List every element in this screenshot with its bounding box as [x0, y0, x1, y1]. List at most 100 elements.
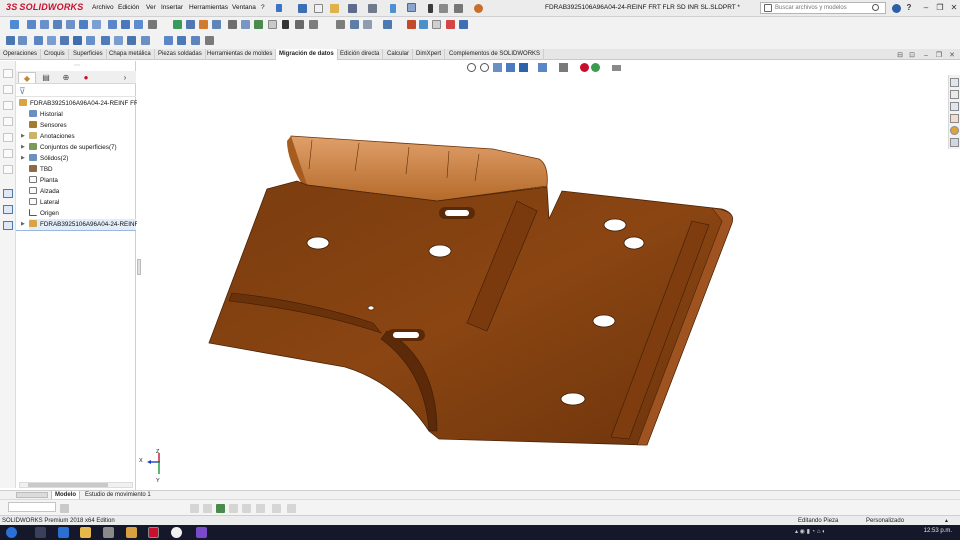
delete-face-icon[interactable]: [212, 20, 221, 29]
offset-icon[interactable]: [186, 20, 195, 29]
visual-studio-taskbar-icon[interactable]: [196, 527, 207, 538]
bottom-tool-icon-6[interactable]: [242, 504, 251, 513]
linear-pattern-icon[interactable]: [164, 36, 173, 45]
rail-sheet-icon-7[interactable]: [3, 165, 13, 174]
import-icon[interactable]: [10, 20, 19, 29]
mirror-icon[interactable]: [141, 36, 150, 45]
revolve-icon[interactable]: [40, 20, 49, 29]
select-cursor-icon[interactable]: [407, 3, 416, 12]
search-icon[interactable]: [872, 4, 879, 11]
menu-herramientas[interactable]: Herramientas: [189, 4, 228, 11]
taskbar-app-icon-1[interactable]: [35, 527, 46, 538]
open-folder-icon[interactable]: [330, 4, 339, 13]
file-properties-icon[interactable]: [439, 4, 448, 13]
user-icon[interactable]: [474, 4, 483, 13]
tab-dimxpert[interactable]: DimXpert: [413, 49, 446, 60]
menu-edicion[interactable]: Edición: [118, 4, 139, 11]
print-icon[interactable]: [368, 4, 377, 13]
tab-operaciones[interactable]: Operaciones: [0, 49, 42, 60]
boundary-icon[interactable]: [79, 20, 88, 29]
relations-icon[interactable]: [191, 36, 200, 45]
spline-icon[interactable]: [86, 36, 95, 45]
move-entities-icon[interactable]: [177, 36, 186, 45]
property-manager-tab-icon[interactable]: ▤: [37, 72, 55, 83]
tree-item-origen[interactable]: Origen: [29, 208, 59, 219]
unit-selector[interactable]: [8, 502, 56, 512]
bottom-tool-icon-4[interactable]: [216, 504, 225, 513]
bottom-tool-icon-7[interactable]: [256, 504, 265, 513]
solidworks-taskbar-icon[interactable]: [148, 527, 159, 538]
menu-ver[interactable]: Ver: [146, 4, 156, 11]
doc-restore-button[interactable]: ❐: [934, 51, 944, 61]
rail-features-icon[interactable]: [3, 221, 13, 230]
tab-edicion-directa[interactable]: Edición directa: [337, 49, 384, 60]
tab-scroll-controls[interactable]: [16, 492, 48, 498]
bottom-tool-icon-5[interactable]: [229, 504, 238, 513]
arc-icon[interactable]: [73, 36, 82, 45]
part-model-viewport[interactable]: X Z Y: [137, 61, 960, 488]
tree-root[interactable]: FDRAB3925106A96A04-24-REINF FRT FL: [19, 98, 151, 109]
sweep-icon[interactable]: [53, 20, 62, 29]
doc-close-button[interactable]: ✕: [947, 51, 957, 61]
analysis-icon[interactable]: [228, 20, 237, 29]
filter-icon[interactable]: ⊽: [19, 86, 26, 97]
taskbar-app-icon-3[interactable]: [126, 527, 137, 538]
rail-sheet-icon-6[interactable]: [3, 149, 13, 158]
tree-item-conjuntos-superficies[interactable]: Conjuntos de superficies(7): [29, 142, 117, 153]
home-icon[interactable]: [298, 4, 307, 13]
start-button-icon[interactable]: [6, 527, 17, 538]
rebuild-icon[interactable]: [428, 4, 433, 13]
tab-superficies[interactable]: Superficies: [70, 49, 107, 60]
trim-icon[interactable]: [101, 36, 110, 45]
move-face-icon[interactable]: [199, 20, 208, 29]
rectangle-icon[interactable]: [47, 36, 56, 45]
panel-expand-icon[interactable]: ›: [116, 72, 134, 83]
feature-works-icon[interactable]: [383, 20, 392, 29]
reference-geometry-icon[interactable]: [336, 20, 345, 29]
stop-icon[interactable]: [446, 20, 455, 29]
reinforcement-part[interactable]: [208, 135, 734, 446]
pattern-icon[interactable]: [148, 20, 157, 29]
tab-herramientas-moldes[interactable]: Herramientas de moldes: [204, 49, 277, 60]
restore-button[interactable]: ❐: [935, 3, 945, 13]
tab-piezas-soldadas[interactable]: Piezas soldadas: [155, 49, 206, 60]
check-icon[interactable]: [173, 20, 182, 29]
tab-croquis[interactable]: Croquis: [41, 49, 69, 60]
configuration-manager-tab-icon[interactable]: ⊕: [57, 72, 75, 83]
rollback-bar[interactable]: [16, 230, 136, 231]
bottom-tool-icon[interactable]: [60, 504, 69, 513]
panel-grip-icon[interactable]: ⋯: [74, 62, 80, 69]
fillet-icon[interactable]: [108, 20, 117, 29]
internet-explorer-icon[interactable]: [58, 527, 69, 538]
new-document-icon[interactable]: [314, 4, 323, 13]
feature-tree-scrollbar[interactable]: [19, 482, 133, 488]
axis-icon[interactable]: [363, 20, 372, 29]
instant3d-icon[interactable]: [407, 20, 416, 29]
loft-icon[interactable]: [66, 20, 75, 29]
tree-item-planta[interactable]: Planta: [29, 175, 58, 186]
solidworks-logo[interactable]: 3S SOLIDWORKS: [6, 2, 83, 15]
bottom-tool-icon-8[interactable]: [272, 504, 281, 513]
tab-chapa-metalica[interactable]: Chapa metálica: [106, 49, 155, 60]
section-icon[interactable]: [268, 20, 277, 29]
convert-icon[interactable]: [114, 36, 123, 45]
chrome-taskbar-icon[interactable]: [171, 527, 182, 538]
rail-sheet-icon-2[interactable]: [3, 85, 13, 94]
circle-icon[interactable]: [60, 36, 69, 45]
taskbar-app-icon-2[interactable]: [103, 527, 114, 538]
file-explorer-taskbar-icon[interactable]: [80, 527, 91, 538]
surfaces-icon[interactable]: [419, 20, 428, 29]
rail-sheet-icon[interactable]: [3, 69, 13, 78]
tree-item-alzada[interactable]: Alzada: [29, 186, 59, 197]
expand-superficies-icon[interactable]: ▶: [21, 144, 25, 150]
rebuild-toolbar-icon[interactable]: [432, 20, 441, 29]
options-gear-icon[interactable]: [454, 4, 463, 13]
help-menu-icon[interactable]: ?: [904, 3, 914, 13]
menu-help[interactable]: ?: [261, 4, 265, 11]
plane-icon[interactable]: [350, 20, 359, 29]
view-split-icon[interactable]: ⊟: [895, 51, 905, 61]
shell-icon[interactable]: [134, 20, 143, 29]
tab-migracion-datos[interactable]: Migración de datos: [276, 49, 338, 60]
curvature-icon[interactable]: [254, 20, 263, 29]
tab-complementos[interactable]: Complementos de SOLIDWORKS: [446, 49, 545, 60]
